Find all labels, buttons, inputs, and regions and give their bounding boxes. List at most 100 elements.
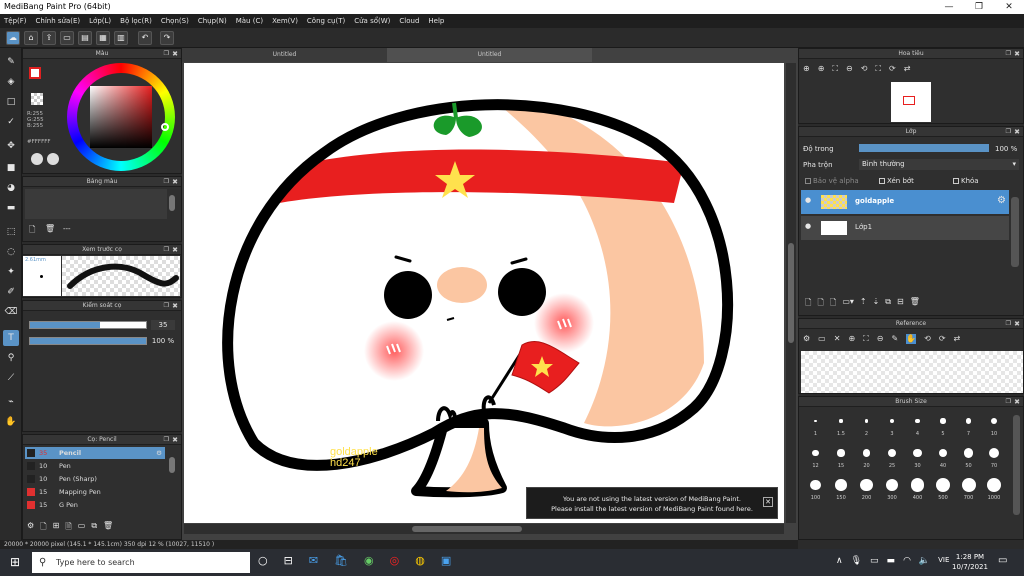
brush-settings-icon[interactable]: ⚙	[27, 521, 34, 535]
widgets-icon[interactable]: ⊟	[284, 554, 293, 567]
new-brush-icon[interactable]: 🗋	[40, 521, 46, 535]
palette-scrollbar[interactable]	[169, 195, 175, 211]
brush-size-option[interactable]: 3	[880, 413, 905, 439]
layer-settings-icon[interactable]: ⚙	[997, 195, 1006, 206]
lasso-tool-icon[interactable]: ◌	[3, 244, 19, 260]
brush-size-option[interactable]: 400	[905, 477, 930, 503]
eye-icon[interactable]: ●	[805, 222, 811, 230]
zoom-out-icon[interactable]: ⊖	[846, 64, 853, 74]
brush-size-option[interactable]: 12	[803, 445, 828, 471]
rotate-left-icon[interactable]: ⟲	[924, 334, 931, 344]
foreground-color-swatch[interactable]	[29, 67, 41, 79]
magic-wand-icon[interactable]: ✦	[3, 264, 19, 280]
notice-close-button[interactable]: ✕	[763, 497, 773, 507]
drawing-canvas[interactable]: goldapple hd247 You are not using the la…	[184, 63, 784, 523]
close-icon[interactable]: ✖	[1014, 127, 1020, 137]
brush-size-option[interactable]: 4	[905, 413, 930, 439]
rect-fill-icon[interactable]: ■	[3, 160, 19, 176]
select-tool-icon[interactable]: ⬚	[3, 224, 19, 240]
flip-icon[interactable]: ⇄	[904, 64, 911, 74]
dot-tool-icon[interactable]: ✓	[3, 114, 19, 130]
eye-icon[interactable]: ●	[805, 196, 811, 204]
flip-icon[interactable]: ⇄	[954, 334, 961, 344]
lock-checkbox[interactable]: Khóa	[953, 177, 979, 185]
tab-untitled-2[interactable]: Untitled	[387, 48, 592, 62]
brush-settings-icon[interactable]: ⚙	[156, 447, 162, 459]
close-icon[interactable]: ✖	[172, 435, 178, 445]
layer-row-lop1[interactable]: ● Lớp1	[801, 216, 1009, 240]
network-icon[interactable]: ▭	[870, 556, 879, 566]
brush-size-value[interactable]: 35	[151, 320, 175, 330]
cloud-icon[interactable]: ⚙	[803, 334, 810, 344]
brush-size-option[interactable]: 20	[854, 445, 879, 471]
brush-item[interactable]: 35 Pencil ⚙	[25, 447, 165, 459]
store-icon[interactable]: 🛍	[334, 554, 348, 567]
merge-icon[interactable]: ⊟	[897, 297, 904, 311]
mail-icon[interactable]: ✉	[309, 554, 318, 567]
select-eraser-icon[interactable]: ⌫	[3, 304, 19, 320]
menu-item-6[interactable]: Màu (C)	[236, 17, 263, 25]
page-icon[interactable]: ▦	[96, 31, 110, 45]
hue-handle[interactable]	[161, 123, 169, 131]
zoom-in-2-icon[interactable]: ⊕	[818, 64, 825, 74]
hand-tool-icon[interactable]: ✋	[3, 414, 19, 430]
brush-size-option[interactable]: 1	[803, 413, 828, 439]
duplicate-icon[interactable]: ⧉	[885, 297, 891, 311]
close-icon[interactable]: ✖	[1014, 319, 1020, 329]
rotate-left-icon[interactable]: ⟲	[861, 64, 868, 74]
brush-size-option[interactable]: 200	[854, 477, 879, 503]
windows-start-icon[interactable]: ⊞	[0, 549, 30, 576]
brush-size-option[interactable]: 15	[829, 445, 854, 471]
brush-opacity-slider[interactable]	[29, 337, 147, 345]
rotate-right-icon[interactable]: ⟳	[889, 64, 896, 74]
text-tool-icon[interactable]: T	[3, 330, 19, 346]
new-layer-2-icon[interactable]: 🗋	[817, 297, 823, 311]
close-icon[interactable]: ✖	[172, 177, 178, 187]
brush-size-option[interactable]: 100	[803, 477, 828, 503]
rotate-right-icon[interactable]: ⟳	[939, 334, 946, 344]
comment-icon[interactable]: ▭	[60, 31, 74, 45]
eyedropper-tool-icon[interactable]: ⌁	[3, 394, 19, 410]
close-icon[interactable]: ✖	[172, 245, 178, 255]
vertical-scroll-thumb[interactable]	[788, 243, 794, 343]
close-button[interactable]: ✕	[994, 0, 1024, 14]
layer-scrollbar[interactable]	[1011, 197, 1019, 267]
cloud-icon[interactable]: ☁	[6, 31, 20, 45]
menu-item-3[interactable]: Bộ lọc(R)	[120, 17, 152, 25]
zoom-out-icon[interactable]: ⊖	[877, 334, 884, 344]
eraser-tool-icon[interactable]: ◈	[3, 74, 19, 90]
close-icon[interactable]: ✖	[1014, 397, 1020, 407]
brush-size-option[interactable]: 25	[880, 445, 905, 471]
taskbar-search[interactable]: ⚲ Type here to search	[32, 552, 250, 573]
palette-area[interactable]	[25, 189, 167, 219]
navigator-thumbnail[interactable]	[891, 82, 931, 122]
fit-screen-icon[interactable]: ⛶	[875, 64, 881, 74]
brush-item[interactable]: 10 Pen (Sharp)	[25, 473, 165, 485]
brush-add-icon[interactable]: ⊞	[53, 521, 60, 535]
folder-icon[interactable]: ▭	[78, 521, 86, 535]
brush-item[interactable]: 15 G Pen	[25, 499, 165, 511]
shape-tool-icon[interactable]: □	[3, 94, 19, 110]
redo-icon[interactable]: ↷	[160, 31, 174, 45]
new-palette-icon[interactable]: 🗋	[29, 224, 35, 238]
zoom-in-icon[interactable]: ⊕	[803, 64, 810, 74]
brush-item[interactable]: 15 Mapping Pen	[25, 486, 165, 498]
trash-icon[interactable]: 🗑	[910, 297, 920, 311]
folder-icon[interactable]: ▭▾	[842, 297, 854, 311]
menu-item-5[interactable]: Chụp(N)	[198, 17, 227, 25]
menu-item-1[interactable]: Chỉnh sửa(E)	[36, 17, 81, 25]
menu-item-2[interactable]: Lớp(L)	[89, 17, 111, 25]
layer-opacity-slider[interactable]	[859, 144, 989, 152]
chrome-icon[interactable]: ◍	[415, 554, 425, 567]
color-picker-icon[interactable]	[47, 153, 59, 165]
chevron-up-icon[interactable]: ∧	[836, 556, 843, 566]
brush-item[interactable]: 10 Pen	[25, 460, 165, 472]
close-icon[interactable]: ✖	[172, 49, 178, 59]
operation-tool-icon[interactable]: ⚲	[3, 350, 19, 366]
layout-icon[interactable]: ▤	[78, 31, 92, 45]
grid-icon[interactable]: ▥	[114, 31, 128, 45]
brush-size-option[interactable]: 10	[982, 413, 1007, 439]
brush-size-option[interactable]: 70	[982, 445, 1007, 471]
tab-untitled-1[interactable]: Untitled	[182, 48, 387, 62]
brush-size-option[interactable]: 500	[931, 477, 956, 503]
